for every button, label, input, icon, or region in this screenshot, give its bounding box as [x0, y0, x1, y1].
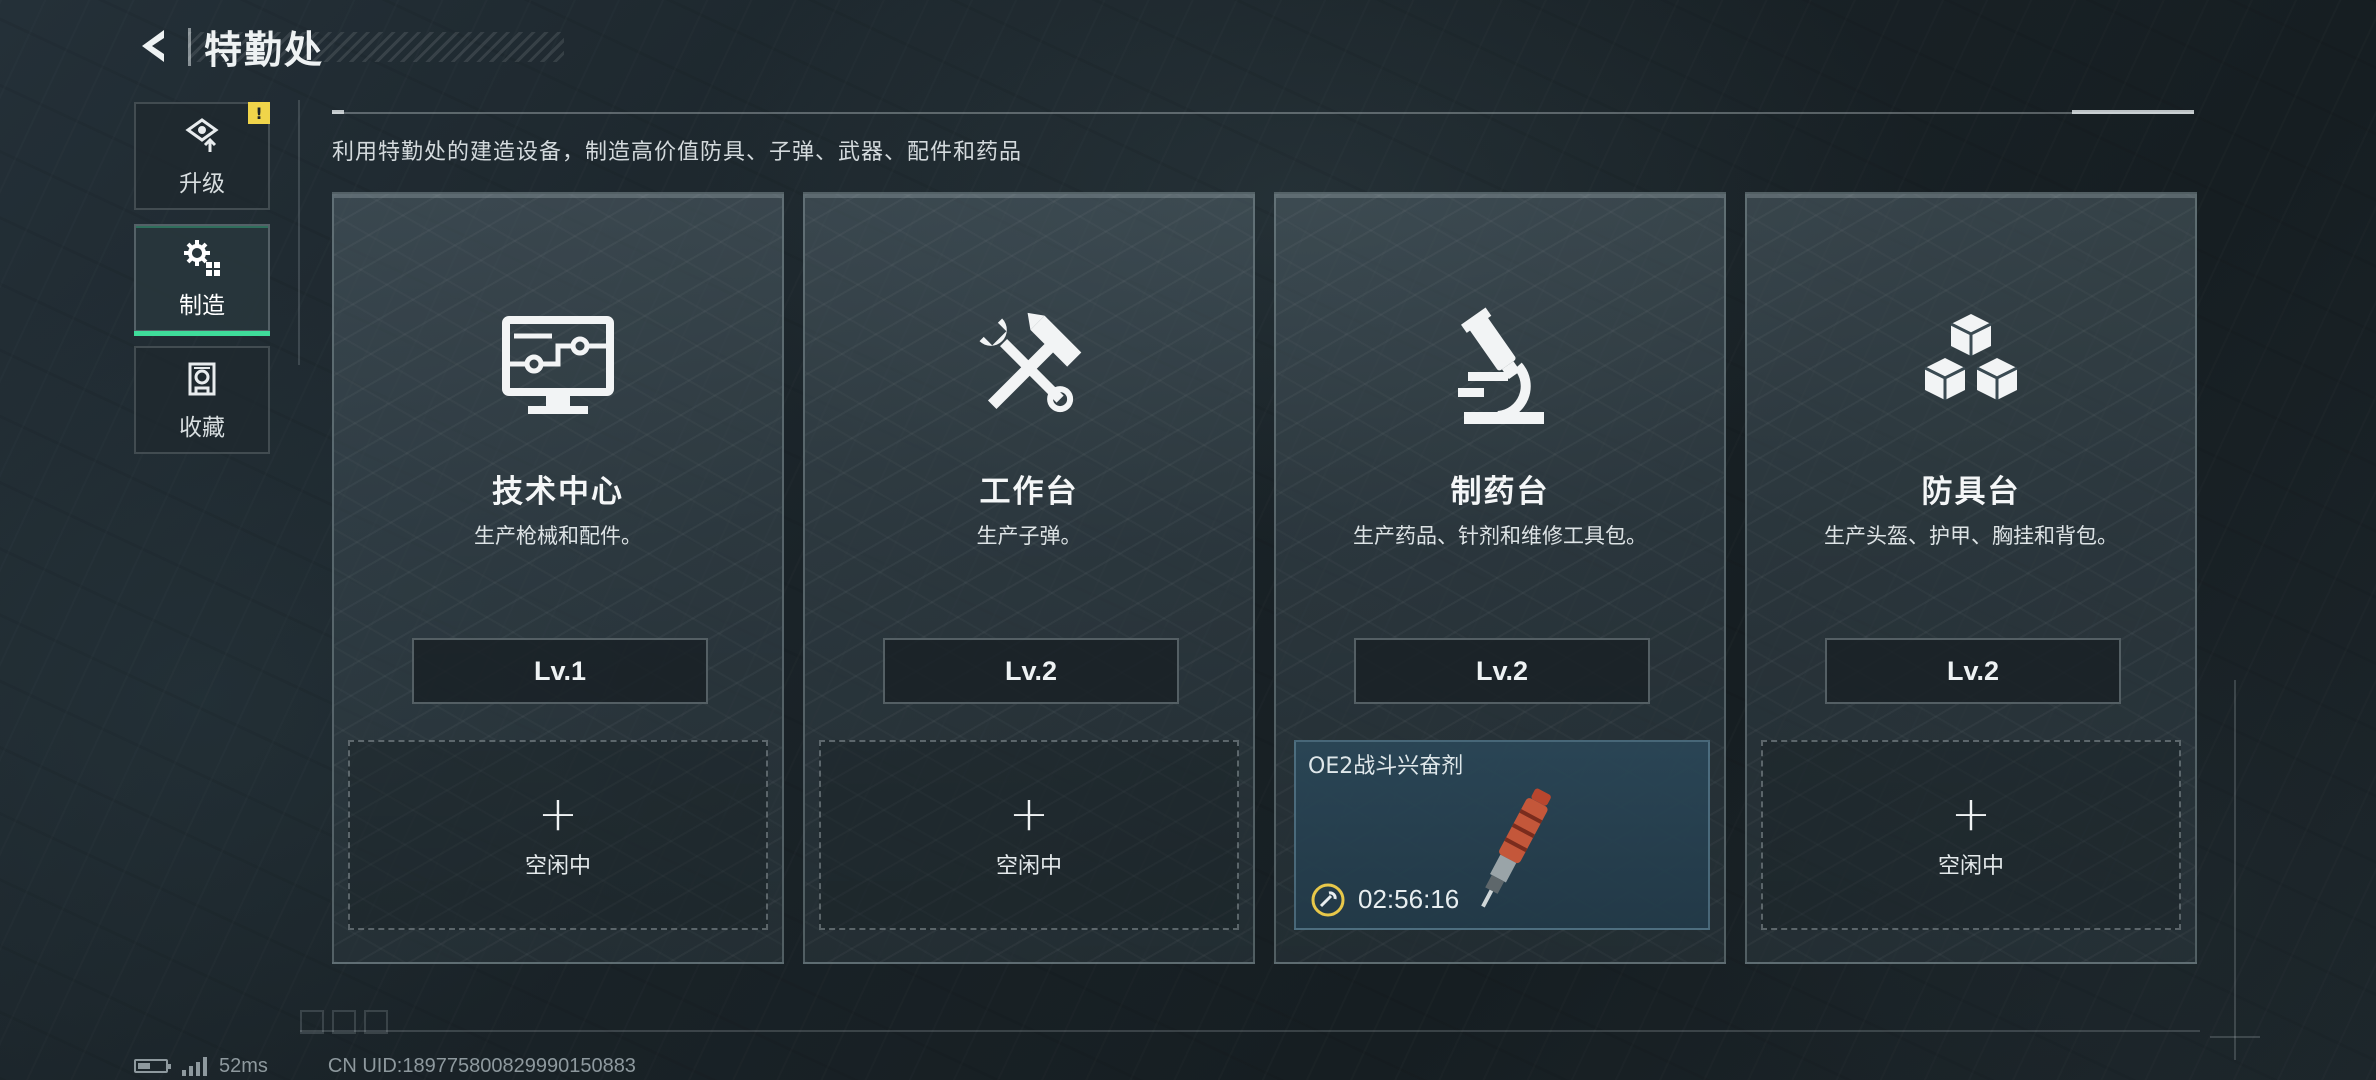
back-button[interactable] — [132, 22, 180, 70]
station-card-workbench[interactable]: 工作台 生产子弹。 Lv.2 + 空闲中 — [803, 192, 1255, 964]
upgrade-icon — [180, 114, 224, 158]
nav-item-collection[interactable]: 收藏 — [134, 346, 270, 454]
slot-status-label: 空闲中 — [995, 854, 1062, 879]
screen: 特勤处 升级 ! 制造 收藏 利用特勤处的建造设备，制造高价值防具、子弹、武器、… — [0, 0, 2376, 1080]
user-uid: CN UID:1897758008299901508​83 — [327, 1054, 636, 1077]
station-card-tech-center[interactable]: 技术中心 生产枪械和配件。 Lv.1 + 空闲中 — [332, 192, 784, 964]
computer-icon — [496, 306, 620, 430]
hud-right-line — [2234, 680, 2236, 1060]
page-header: 特勤处 — [188, 22, 568, 72]
divider-line — [332, 112, 2194, 114]
nav-item-craft[interactable]: 制造 — [134, 224, 270, 336]
station-level: Lv.1 — [412, 638, 708, 704]
gear-grid-icon — [180, 236, 224, 280]
status-bar: 52ms CN UID:1897758008299901508​83 — [134, 1052, 636, 1080]
station-title: 防具台 — [1921, 474, 2021, 510]
station-level: Lv.2 — [1825, 638, 2121, 704]
stim-injector-icon — [1468, 780, 1558, 920]
station-subtitle: 生产枪械和配件。 — [474, 524, 642, 548]
microscope-icon — [1438, 306, 1562, 430]
station-card-pharmacy[interactable]: 制药台 生产药品、针剂和维修工具包。 Lv.2 OE2战斗兴奋剂 02:56:1… — [1274, 192, 1726, 964]
card-topbar — [805, 194, 1253, 198]
back-arrow-icon — [142, 30, 164, 62]
plus-icon: + — [1008, 786, 1050, 842]
nav-label-upgrade: 升级 — [179, 171, 225, 197]
page-title: 特勤处 — [204, 27, 325, 72]
collection-icon — [180, 358, 224, 402]
card-topbar — [334, 194, 782, 198]
battery-icon — [134, 1059, 171, 1073]
divider-accent-left — [332, 110, 344, 114]
station-title: 制药台 — [1450, 474, 1550, 510]
nav-label-collection: 收藏 — [179, 415, 225, 441]
craft-slot-idle[interactable]: + 空闲中 — [819, 740, 1239, 930]
plus-icon: + — [537, 786, 579, 842]
station-level: Lv.2 — [1354, 638, 1650, 704]
page-description: 利用特勤处的建造设备，制造高价值防具、子弹、武器、配件和药品 — [332, 140, 1023, 165]
craft-slot-idle[interactable]: + 空闲中 — [348, 740, 768, 930]
hud-bottom-line — [300, 1030, 2200, 1032]
hammer-wrench-icon — [967, 306, 1091, 430]
timer-icon — [1310, 882, 1346, 918]
station-title: 工作台 — [979, 474, 1079, 510]
card-topbar — [1747, 194, 2195, 198]
station-title: 技术中心 — [492, 474, 624, 510]
divider-accent-right — [2072, 110, 2194, 114]
card-topbar — [1276, 194, 1724, 198]
nav-rail — [298, 100, 300, 365]
nav-item-upgrade[interactable]: 升级 ! — [134, 102, 270, 210]
slot-status-label: 空闲中 — [524, 854, 591, 879]
station-card-armor[interactable]: 防具台 生产头盔、护甲、胸挂和背包。 Lv.2 + 空闲中 — [1745, 192, 2197, 964]
craft-slot-in-progress[interactable]: OE2战斗兴奋剂 02:56:16 — [1294, 740, 1710, 930]
boxes-icon — [1909, 306, 2033, 430]
hud-crosshair — [2210, 1036, 2260, 1038]
station-subtitle: 生产子弹。 — [976, 524, 1082, 548]
station-level: Lv.2 — [883, 638, 1179, 704]
alert-badge: ! — [248, 102, 270, 124]
crafting-item-name: OE2战斗兴奋剂 — [1308, 754, 1464, 779]
slot-status-label: 空闲中 — [1937, 854, 2004, 879]
craft-slot-idle[interactable]: + 空闲中 — [1761, 740, 2181, 930]
plus-icon: + — [1950, 786, 1992, 842]
station-subtitle: 生产头盔、护甲、胸挂和背包。 — [1824, 524, 2118, 548]
title-divider — [188, 28, 191, 66]
signal-icon — [182, 1056, 207, 1076]
nav-label-craft: 制造 — [179, 293, 225, 319]
station-subtitle: 生产药品、针剂和维修工具包。 — [1353, 524, 1647, 548]
latency-readout: 52ms — [219, 1054, 268, 1077]
crafting-timer: 02:56:16 — [1358, 884, 1460, 914]
